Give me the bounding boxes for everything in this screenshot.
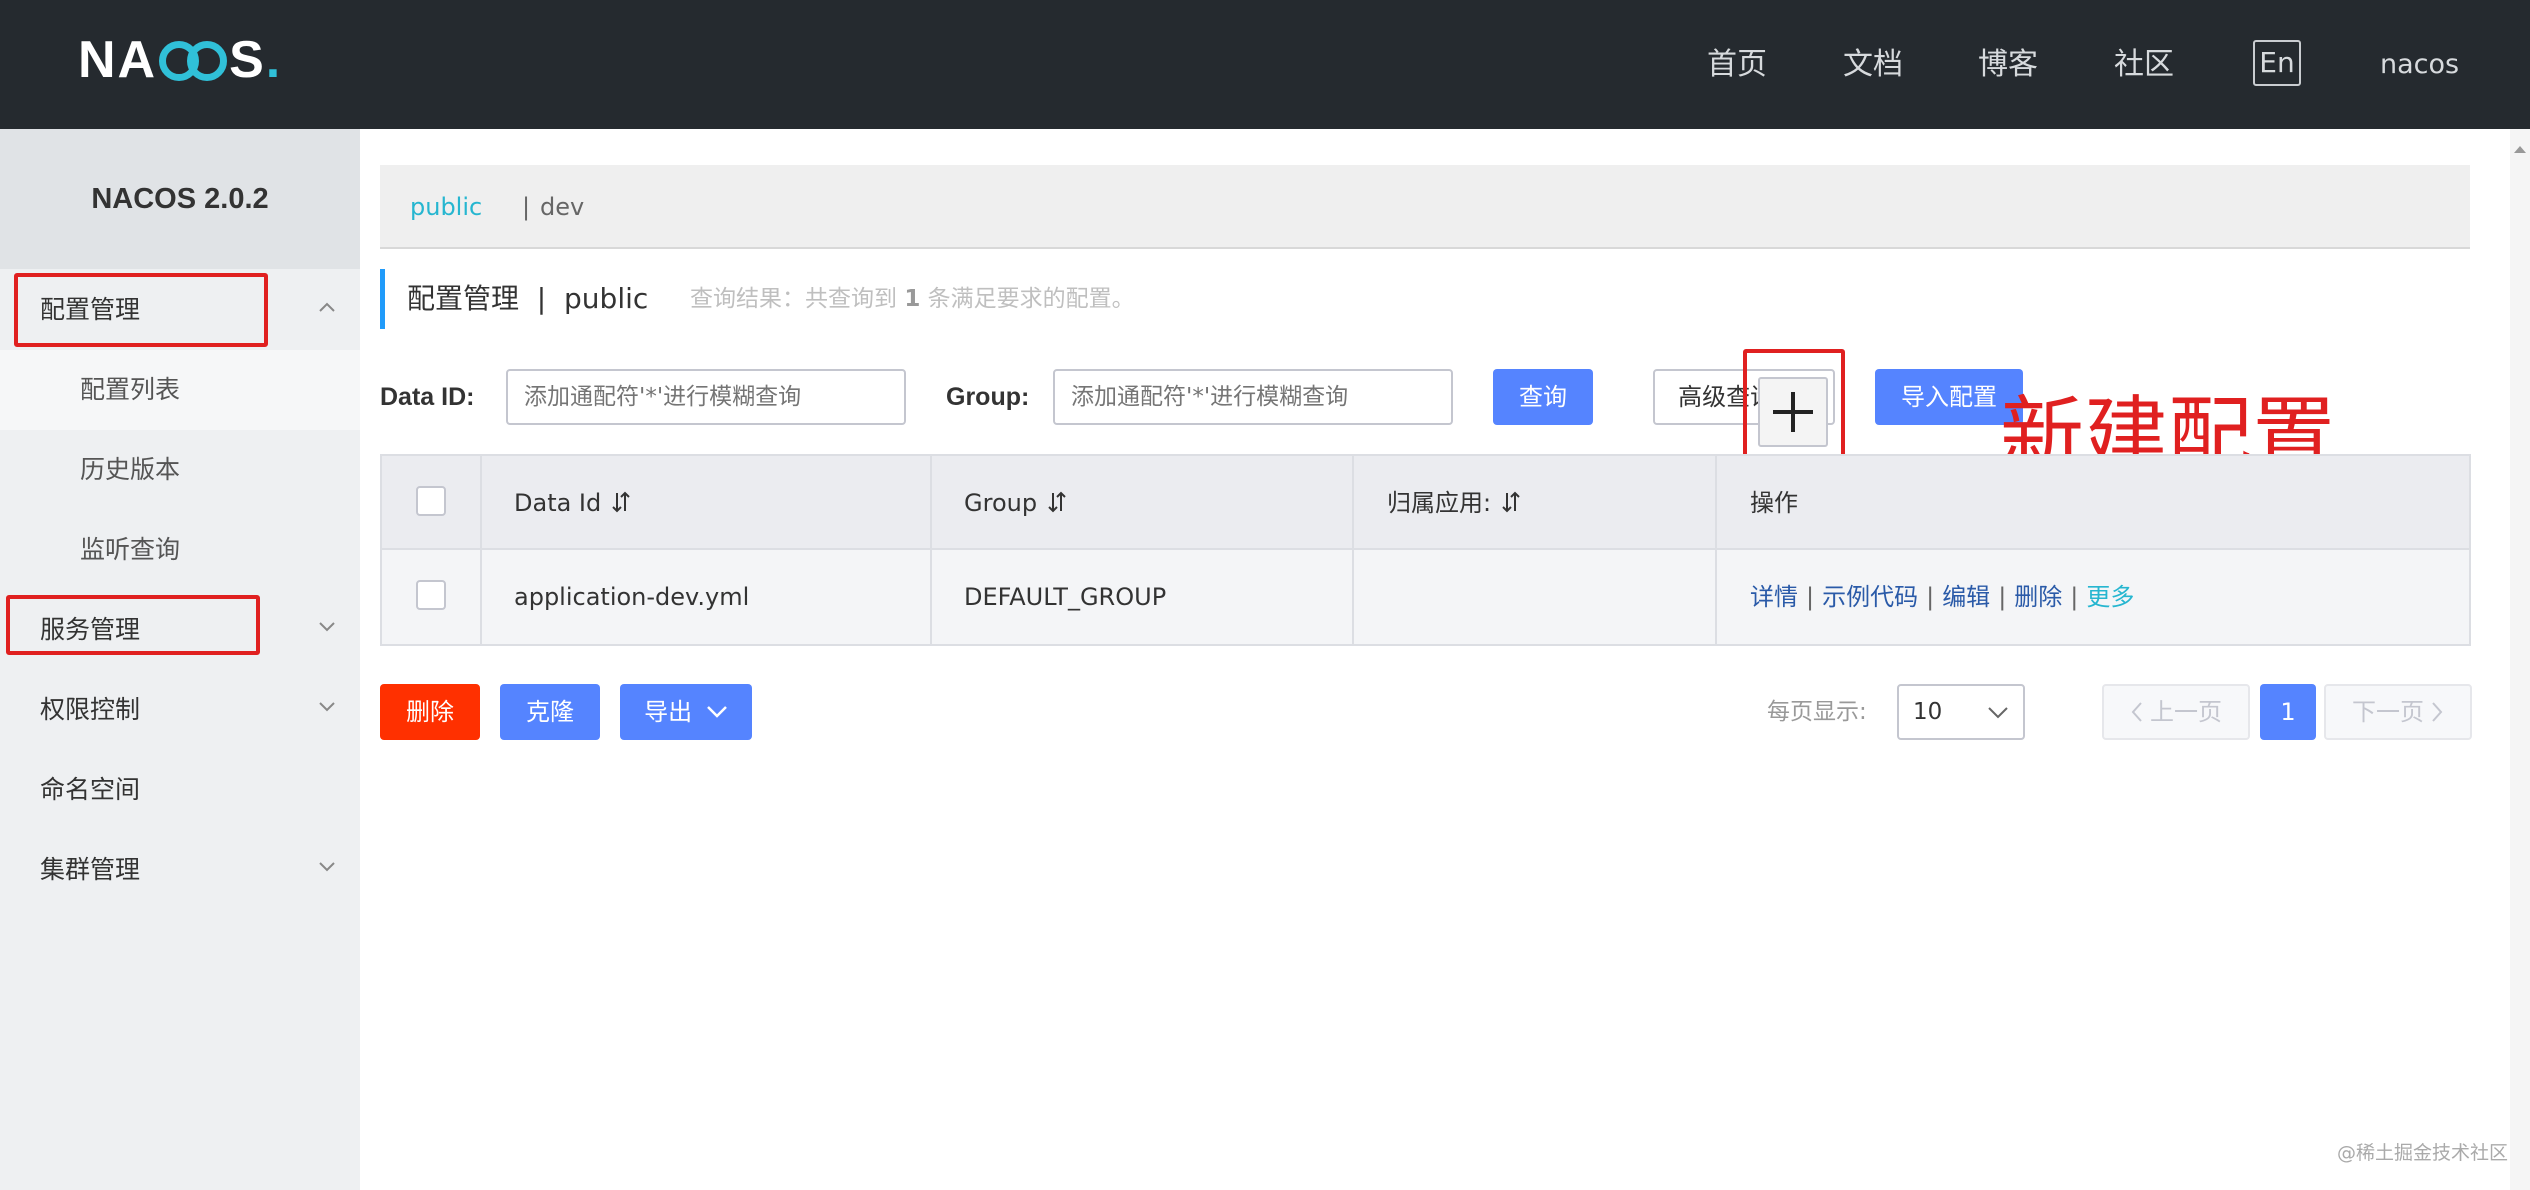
cell-data-id: application-dev.yml: [514, 583, 750, 611]
query-result-text: 查询结果：共查询到 1 条满足要求的配置。: [690, 269, 1135, 329]
sidebar-item-history[interactable]: 历史版本: [0, 430, 360, 510]
next-page-button[interactable]: 下一页: [2324, 684, 2472, 740]
group-input[interactable]: [1053, 369, 1453, 425]
namespace-public-link[interactable]: public: [410, 165, 482, 249]
cell-group: DEFAULT_GROUP: [964, 583, 1167, 611]
sidebar-item-label: 权限控制: [40, 695, 141, 724]
sidebar-item-label: 监听查询: [80, 535, 181, 564]
table-row: application-dev.yml DEFAULT_GROUP 详情 | 示例代…: [382, 550, 2469, 644]
next-page-label: 下一页: [2352, 698, 2424, 726]
sidebar-item-namespace[interactable]: 命名空间: [0, 750, 360, 830]
page-title: 配置管理 | public: [407, 282, 649, 315]
chevron-up-icon: [318, 270, 338, 350]
scrollbar[interactable]: [2510, 129, 2530, 1190]
nav-blog[interactable]: 博客: [1978, 40, 2038, 90]
chevron-down-icon: [706, 706, 727, 718]
highlight-box-config-management: [14, 273, 268, 347]
nav-home[interactable]: 首页: [1707, 40, 1767, 90]
page-title-bar: 配置管理 | public 查询结果：共查询到 1 条满足要求的配置。: [380, 269, 1135, 329]
details-link[interactable]: 详情: [1750, 583, 1798, 611]
sidebar-item-config-list[interactable]: 配置列表: [0, 350, 360, 430]
column-header-app[interactable]: 归属应用:: [1387, 456, 1521, 550]
sidebar-item-listener-query[interactable]: 监听查询: [0, 510, 360, 590]
nav-community[interactable]: 社区: [2114, 40, 2174, 90]
page-size-select[interactable]: 10: [1897, 684, 2025, 740]
sidebar-item-label: 命名空间: [40, 775, 141, 804]
column-divider: [1352, 456, 1354, 644]
more-link[interactable]: 更多: [2086, 583, 2134, 611]
page-size-label: 每页显示:: [1767, 699, 1867, 725]
prev-page-label: 上一页: [2150, 698, 2222, 726]
chevron-left-icon: [2131, 702, 2142, 722]
chevron-down-icon: [318, 830, 338, 910]
logo-ring-icon: [187, 41, 228, 81]
delete-link[interactable]: 删除: [2014, 583, 2062, 611]
page-size-value: 10: [1913, 699, 1943, 725]
column-header-data-id[interactable]: Data Id: [514, 456, 631, 550]
nacos-logo[interactable]: NA S.: [78, 30, 282, 90]
namespace-dev-link[interactable]: dev: [540, 165, 584, 249]
row-checkbox[interactable]: [416, 580, 446, 610]
edit-link[interactable]: 编辑: [1942, 583, 1990, 611]
top-navbar: NA S. 首页 文档 博客 社区 En nacos: [0, 0, 2530, 129]
sidebar-item-label: 配置列表: [80, 375, 181, 404]
column-header-actions: 操作: [1750, 489, 1798, 517]
sidebar-item-label: 历史版本: [80, 455, 181, 484]
main-content: public | dev 配置管理 | public 查询结果：共查询到 1 条…: [360, 129, 2530, 1190]
chevron-right-icon: [2432, 702, 2443, 722]
data-id-label: Data ID:: [380, 383, 475, 411]
chevron-down-icon: [1988, 707, 2008, 719]
user-name[interactable]: nacos: [2380, 40, 2459, 90]
column-divider: [480, 456, 482, 644]
sample-code-link[interactable]: 示例代码: [1822, 583, 1918, 611]
column-header-group[interactable]: Group: [964, 456, 1067, 550]
result-count: 1: [904, 286, 921, 312]
sidebar-item-access-control[interactable]: 权限控制: [0, 670, 360, 750]
result-suffix: 条满足要求的配置。: [927, 286, 1135, 312]
sidebar-item-label: 集群管理: [40, 855, 141, 884]
cell-actions: 详情 | 示例代码 | 编辑 | 删除 | 更多: [1750, 583, 2135, 611]
namespace-separator: |: [522, 193, 531, 221]
config-table: Data Id Group 归属应用: 操作 application-dev.y…: [380, 454, 2471, 646]
sort-icon[interactable]: [1501, 490, 1521, 514]
sort-icon[interactable]: [1047, 490, 1067, 514]
current-page-button[interactable]: 1: [2260, 684, 2316, 740]
result-prefix: 查询结果：共查询到: [690, 286, 897, 312]
sidebar-title: NACOS 2.0.2: [0, 129, 360, 269]
data-id-input[interactable]: [506, 369, 906, 425]
select-all-checkbox[interactable]: [416, 486, 446, 516]
bulk-delete-button[interactable]: 删除: [380, 684, 480, 740]
column-divider: [1715, 456, 1717, 644]
nav-docs[interactable]: 文档: [1843, 40, 1903, 90]
export-button[interactable]: 导出: [620, 684, 752, 740]
clone-button[interactable]: 克隆: [500, 684, 600, 740]
chevron-down-icon: [318, 590, 338, 670]
table-header: Data Id Group 归属应用: 操作: [382, 456, 2469, 550]
watermark: @稀土掘金技术社区: [2337, 1142, 2509, 1164]
chevron-down-icon: [318, 670, 338, 750]
query-button[interactable]: 查询: [1493, 369, 1593, 425]
group-label: Group:: [946, 383, 1030, 411]
namespace-bar: public | dev: [380, 165, 2470, 249]
export-label: 导出: [644, 698, 693, 726]
column-divider: [930, 456, 932, 644]
sidebar-item-cluster-management[interactable]: 集群管理: [0, 830, 360, 910]
sidebar: NACOS 2.0.2 配置管理 配置列表 历史版本 监听查询 服务管理 权限控…: [0, 129, 360, 1190]
sort-icon[interactable]: [611, 490, 631, 514]
prev-page-button[interactable]: 上一页: [2102, 684, 2250, 740]
highlight-box-service-management: [6, 595, 260, 655]
language-toggle-button[interactable]: En: [2253, 40, 2301, 86]
scroll-up-arrow-icon[interactable]: [2510, 139, 2530, 159]
